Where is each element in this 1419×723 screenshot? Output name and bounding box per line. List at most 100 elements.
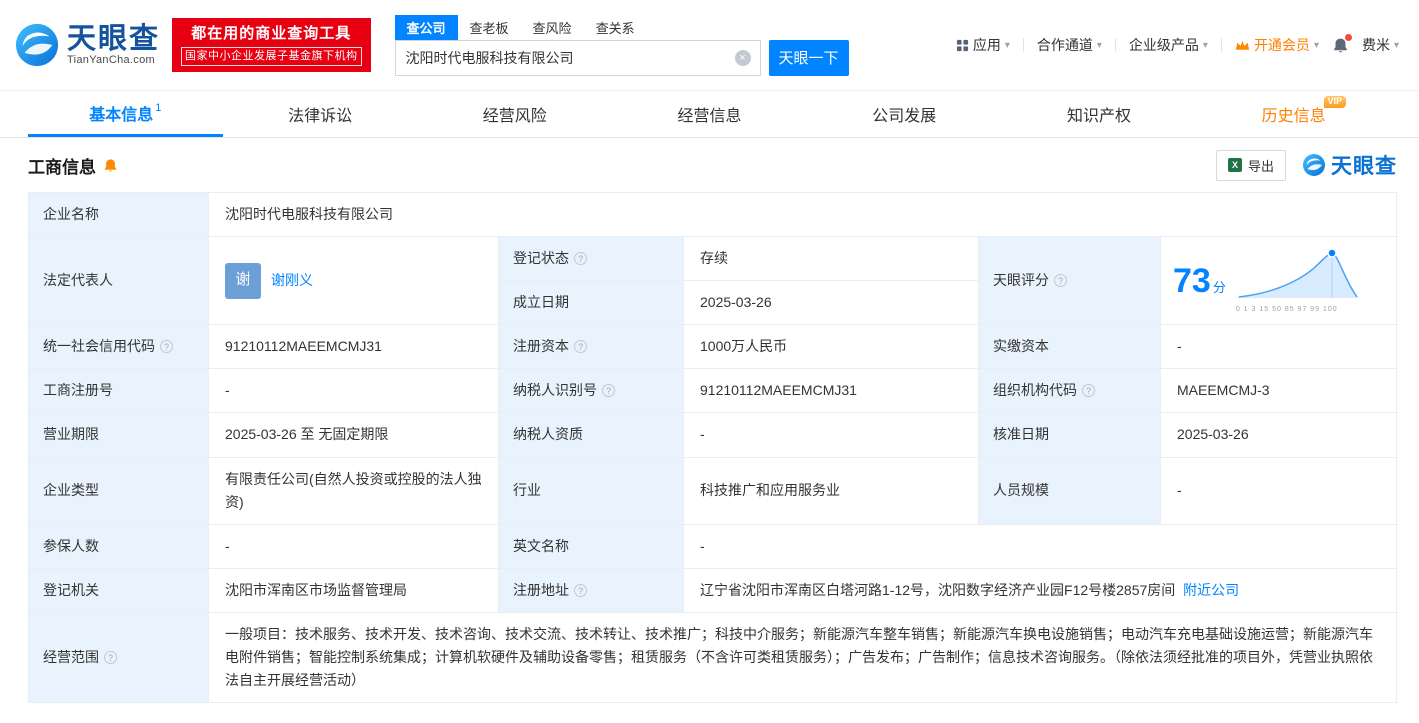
notification-bell-icon[interactable] [1332,33,1352,54]
label-org-code: 组织机构代码? [978,368,1161,414]
logo-domain-text: TianYanCha.com [67,54,155,67]
search-tab-company[interactable]: 查公司 [394,14,458,40]
search-box: × [394,39,761,76]
tianyancha-logo-icon [1303,154,1325,176]
address-text: 辽宁省沈阳市浑南区白塔河路1-12号，沈阳数字经济产业园F12号楼2857房间 [700,581,1176,598]
label-staff-size: 人员规模 [978,456,1161,525]
tab-operating-info[interactable]: 经营信息 [612,91,807,137]
nav-vip-label: 开通会员 [1253,37,1310,53]
table-row: 统一社会信用代码? 91210112MAEEMCMJ31 注册资本? 1000万… [28,324,1397,370]
watermark-text: 天眼查 [1331,155,1397,178]
search-tab-relation[interactable]: 查关系 [584,15,647,40]
apps-grid-icon [956,39,968,51]
help-icon[interactable]: ? [602,384,615,398]
promo-subtitle: 国家中小企业发展子基金旗下机构 [181,47,362,67]
label-approval-date: 核准日期 [978,412,1161,458]
value-reg-address: 辽宁省沈阳市浑南区白塔河路1-12号，沈阳数字经济产业园F12号楼2857房间 … [683,567,1397,613]
export-button[interactable]: X 导出 [1215,149,1286,181]
search-input[interactable] [395,40,760,75]
tab-operating-risk[interactable]: 经营风险 [417,91,612,137]
page-tab-bar: 基本信息 1 法律诉讼 经营风险 经营信息 公司发展 知识产权 历史信息 VIP [0,90,1419,138]
top-nav: 应用 ▾ 合作通道 ▾ 企业级产品 ▾ 开通会员 ▾ 费米 ▾ [956,33,1405,55]
value-taxpayer-id: 91210112MAEEMCMJ31 [683,368,979,414]
tab-label: 经营风险 [482,108,547,125]
tab-label: 历史信息 [1261,108,1326,125]
nav-cooperation[interactable]: 合作通道 ▾ [1037,35,1102,55]
tab-label: 基本信息 [89,106,154,124]
label-reg-authority: 登记机关 [28,567,209,613]
search-tab-boss[interactable]: 查老板 [458,15,521,40]
logo-text: 天眼查 [67,22,161,55]
legal-rep-link[interactable]: 谢刚义 [271,269,313,292]
divider [1022,38,1024,52]
value-english-name: - [683,523,1397,569]
username: 费米 [1361,37,1390,53]
site-header: 天眼查 TianYanCha.com 都在用的商业查询工具 国家中小企业发展子基… [0,0,1419,90]
help-icon[interactable]: ? [574,583,587,597]
export-label: 导出 [1247,158,1274,174]
section-header: 工商信息 X 导出 天眼查 [28,138,1397,192]
section-title: 工商信息 [28,157,96,177]
nav-apps[interactable]: 应用 ▾ [956,35,1010,55]
chevron-down-icon: ▾ [1096,39,1102,51]
value-establish-date: 2025-03-26 [683,280,979,326]
label-reg-capital: 注册资本? [498,324,684,370]
help-icon[interactable]: ? [104,651,117,665]
logo[interactable]: 天眼查 TianYanCha.com [14,22,160,68]
search-area: 查公司 查老板 查风险 查关系 × 天眼一下 [394,14,849,76]
excel-icon: X [1227,158,1242,172]
table-row: 企业名称 沈阳时代电服科技有限公司 [28,191,1397,238]
chevron-down-icon: ▾ [1393,39,1399,51]
tab-intellectual-property[interactable]: 知识产权 [1002,91,1197,137]
avatar[interactable]: 谢 [225,262,261,299]
value-approval-date: 2025-03-26 [1160,412,1397,458]
nav-cooperation-label: 合作通道 [1036,37,1093,53]
help-icon[interactable]: ? [1082,384,1095,398]
nav-open-vip[interactable]: 开通会员 ▾ [1235,35,1319,55]
value-reg-number: - [208,368,499,414]
help-icon[interactable]: ? [574,340,587,354]
search-tab-risk[interactable]: 查风险 [521,15,584,40]
value-reg-status: 存续 [683,236,979,282]
nav-enterprise-products[interactable]: 企业级产品 ▾ [1129,35,1208,55]
value-company-type: 有限责任公司(自然人投资或控股的法人独资) [208,456,499,525]
main-content: 工商信息 X 导出 天眼查 企业名称 沈阳时代电服科技有限公司 法定代表人 谢 … [0,138,1419,717]
nav-enterprise-label: 企业级产品 [1128,37,1199,53]
value-org-code: MAEEMCMJ-3 [1160,368,1397,414]
value-tianyan-score: 73 分 0 1 3 15 50 85 97 99 100 [1160,236,1397,326]
value-taxpayer-quality: - [683,412,979,458]
search-button[interactable]: 天眼一下 [768,39,849,76]
tab-company-development[interactable]: 公司发展 [807,91,1002,137]
clear-icon[interactable]: × [734,49,751,66]
tab-legal-proceedings[interactable]: 法律诉讼 [223,91,418,137]
nav-user[interactable]: 费米 ▾ [1362,35,1399,55]
help-icon[interactable]: ? [1054,274,1067,288]
value-reg-capital: 1000万人民币 [683,324,979,370]
chevron-down-icon: ▾ [1004,39,1010,51]
label-insured-count: 参保人数 [28,523,209,569]
table-row: 营业期限 2025-03-26 至 无固定期限 纳税人资质 - 核准日期 202… [28,412,1397,458]
label-english-name: 英文名称 [498,523,684,569]
label-legal-rep: 法定代表人 [28,236,209,326]
help-icon[interactable]: ? [160,340,173,354]
label-industry: 行业 [498,456,684,525]
label-business-term: 营业期限 [28,412,209,458]
nearby-companies-link[interactable]: 附近公司 [1183,582,1239,598]
label-establish-date: 成立日期 [498,280,684,326]
table-row: 企业类型 有限责任公司(自然人投资或控股的法人独资) 行业 科技推广和应用服务业… [28,456,1397,525]
tab-history-info[interactable]: 历史信息 VIP [1196,91,1391,137]
chevron-down-icon: ▾ [1202,39,1208,51]
help-icon[interactable]: ? [574,252,587,266]
tab-basic-info[interactable]: 基本信息 1 [28,91,223,137]
tab-label: 法律诉讼 [288,108,353,125]
subscribe-bell-icon[interactable] [103,158,118,173]
chevron-down-icon: ▾ [1313,39,1319,51]
value-company-name: 沈阳时代电服科技有限公司 [208,191,1397,238]
label-company-name: 企业名称 [28,191,209,238]
table-row: 登记机关 沈阳市浑南区市场监督管理局 注册地址? 辽宁省沈阳市浑南区白塔河路1-… [28,567,1397,613]
vip-badge: VIP [1323,96,1347,108]
promo-slogan: 都在用的商业查询工具 [191,24,352,42]
table-row: 工商注册号 - 纳税人识别号? 91210112MAEEMCMJ31 组织机构代… [28,368,1397,414]
search-tabs: 查公司 查老板 查风险 查关系 [394,14,849,40]
tab-label: 知识产权 [1066,108,1131,125]
